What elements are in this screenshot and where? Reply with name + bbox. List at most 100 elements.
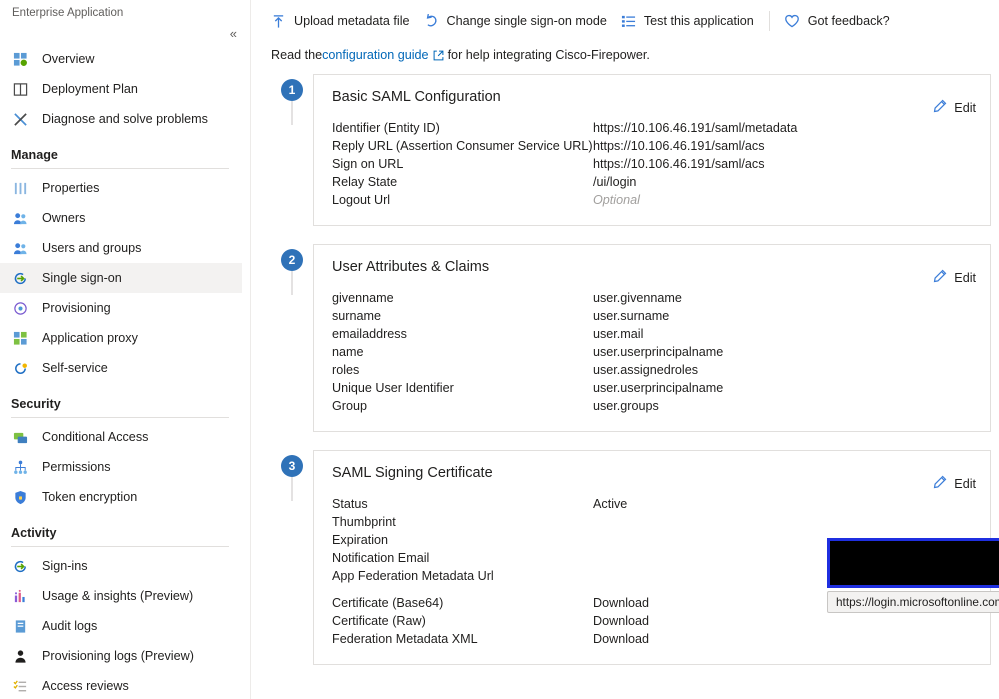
table-row: Group user.groups — [332, 397, 972, 415]
sidebar-item-self-service[interactable]: Self-service — [0, 353, 242, 383]
sidebar: Enterprise Application « Overview Deploy… — [0, 0, 250, 699]
test-this-application-button[interactable]: Test this application — [616, 8, 763, 35]
card-title: User Attributes & Claims — [332, 259, 490, 275]
sign-in-arrow-icon — [11, 558, 30, 574]
download-link[interactable]: Download — [593, 594, 649, 612]
double-chevron-left-icon[interactable]: « — [230, 27, 237, 40]
row-key: roles — [332, 363, 360, 377]
sidebar-item-conditional-access[interactable]: Conditional Access — [0, 422, 242, 452]
sidebar-item-permissions[interactable]: Permissions — [0, 452, 242, 482]
person-log-icon — [11, 648, 30, 664]
table-row: surname user.surname — [332, 307, 972, 325]
app-proxy-icon — [11, 330, 30, 346]
rail-connector — [291, 101, 293, 125]
row-key: Identifier (Entity ID) — [332, 121, 440, 135]
sidebar-item-provisioning-logs[interactable]: Provisioning logs (Preview) — [0, 641, 242, 671]
row-value: https://10.106.46.191/saml/acs — [593, 157, 765, 171]
sidebar-item-label: Properties — [42, 181, 100, 195]
edit-user-attributes-button[interactable]: Edit — [932, 269, 976, 287]
sidebar-item-label: Diagnose and solve problems — [42, 112, 208, 126]
sidebar-item-single-sign-on[interactable]: Single sign-on — [0, 263, 242, 293]
self-service-icon — [11, 360, 30, 376]
row-value: user.groups — [593, 399, 659, 413]
sidebar-item-label: Overview — [42, 52, 95, 66]
row-value: user.userprincipalname — [593, 381, 724, 395]
sidebar-item-usage-insights[interactable]: Usage & insights (Preview) — [0, 581, 242, 611]
row-key: Sign on URL — [332, 157, 404, 171]
book-icon — [11, 81, 30, 97]
sidebar-item-token-encryption[interactable]: Token encryption — [0, 482, 242, 512]
edit-basic-saml-button[interactable]: Edit — [932, 99, 976, 117]
got-feedback-label: Got feedback? — [807, 14, 890, 28]
checklist-icon — [11, 678, 30, 694]
sidebar-item-users-and-groups[interactable]: Users and groups — [0, 233, 242, 263]
card-title: Basic SAML Configuration — [332, 89, 501, 105]
download-link[interactable]: Download — [593, 630, 649, 648]
sidebar-item-label: Owners — [42, 211, 86, 225]
sidebar-item-diagnose[interactable]: Diagnose and solve problems — [0, 104, 242, 134]
sidebar-item-provisioning[interactable]: Provisioning — [0, 293, 242, 323]
edit-saml-certificate-button[interactable]: Edit — [932, 475, 976, 493]
row-value: user.assignedroles — [593, 363, 699, 377]
row-value: https://10.106.46.191/saml/acs — [593, 139, 765, 153]
row-value: https://10.106.46.191/saml/metadata — [593, 121, 798, 135]
divider — [11, 417, 229, 418]
sidebar-item-application-proxy[interactable]: Application proxy — [0, 323, 242, 353]
audit-log-icon — [11, 618, 30, 634]
sidebar-group-security: Security — [11, 397, 61, 411]
sign-in-arrow-icon — [11, 270, 30, 286]
sidebar-item-access-reviews[interactable]: Access reviews — [0, 671, 242, 699]
table-row: Identifier (Entity ID) https://10.106.46… — [332, 119, 972, 137]
user-attributes-claims-card: User Attributes & Claims Edit givenname … — [313, 244, 991, 432]
step-user-attributes-claims: 2 User Attributes & Claims Edit givennam… — [271, 244, 999, 432]
change-sso-mode-label: Change single sign-on mode — [446, 14, 607, 28]
basic-saml-configuration-card: Basic SAML Configuration Edit Identifier… — [313, 74, 991, 226]
row-key: Reply URL (Assertion Consumer Service UR… — [332, 139, 593, 153]
sidebar-item-properties[interactable]: Properties — [0, 173, 242, 203]
row-key: Logout Url — [332, 193, 391, 207]
app-federation-metadata-url-field[interactable]: https://login.microsoftonline.com/0f03f7… — [827, 591, 999, 613]
people-icon — [11, 210, 30, 226]
change-sso-mode-button[interactable]: Change single sign-on mode — [419, 8, 616, 35]
row-key: Notification Email — [332, 551, 430, 565]
table-row: name user.userprincipalname — [332, 343, 972, 361]
configuration-guide-link[interactable]: configuration guide — [322, 46, 428, 64]
row-value: user.givenname — [593, 291, 682, 305]
row-key: Certificate (Base64) — [332, 596, 444, 610]
table-row: Status Active — [332, 495, 972, 513]
divider — [11, 546, 229, 547]
card-rows: givenname user.givenname surname user.su… — [332, 289, 972, 415]
download-link[interactable]: Download — [593, 612, 649, 630]
step-rail: 2 — [271, 244, 313, 295]
row-value: Active — [593, 497, 628, 511]
sidebar-item-overview[interactable]: Overview — [0, 44, 242, 74]
sidebar-item-deployment-plan[interactable]: Deployment Plan — [0, 74, 242, 104]
checklist-icon — [620, 13, 637, 30]
sidebar-item-sign-ins[interactable]: Sign-ins — [0, 551, 242, 581]
upload-metadata-file-label: Upload metadata file — [294, 14, 410, 28]
row-key: Relay State — [332, 175, 398, 189]
sidebar-item-label: Access reviews — [42, 679, 129, 693]
row-key: Status — [332, 497, 368, 511]
got-feedback-button[interactable]: Got feedback? — [780, 8, 899, 35]
step-badge: 2 — [281, 249, 303, 271]
card-title: SAML Signing Certificate — [332, 465, 493, 481]
conditional-access-icon — [11, 429, 30, 445]
row-value: Optional — [593, 193, 640, 207]
table-row: Reply URL (Assertion Consumer Service UR… — [332, 137, 972, 155]
upload-metadata-file-button[interactable]: Upload metadata file — [266, 8, 419, 35]
row-key: Federation Metadata XML — [332, 632, 478, 646]
sidebar-item-audit-logs[interactable]: Audit logs — [0, 611, 242, 641]
sidebar-item-owners[interactable]: Owners — [0, 203, 242, 233]
sidebar-top-list: Overview Deployment Plan Diagnose and so… — [0, 44, 250, 699]
command-bar: Upload metadata file Change single sign-… — [259, 0, 999, 42]
row-key: Expiration — [332, 533, 389, 547]
sidebar-item-label: Single sign-on — [42, 271, 122, 285]
pencil-icon — [932, 475, 947, 493]
table-row: Certificate (Raw) Download — [332, 612, 972, 630]
azure-sso-page: Enterprise Application « Overview Deploy… — [0, 0, 999, 699]
row-value: user.userprincipalname — [593, 345, 724, 359]
configuration-guide-line: Read the configuration guide for help in… — [259, 42, 999, 64]
card-rows: Identifier (Entity ID) https://10.106.46… — [332, 119, 972, 209]
wrench-cross-icon — [11, 111, 30, 127]
